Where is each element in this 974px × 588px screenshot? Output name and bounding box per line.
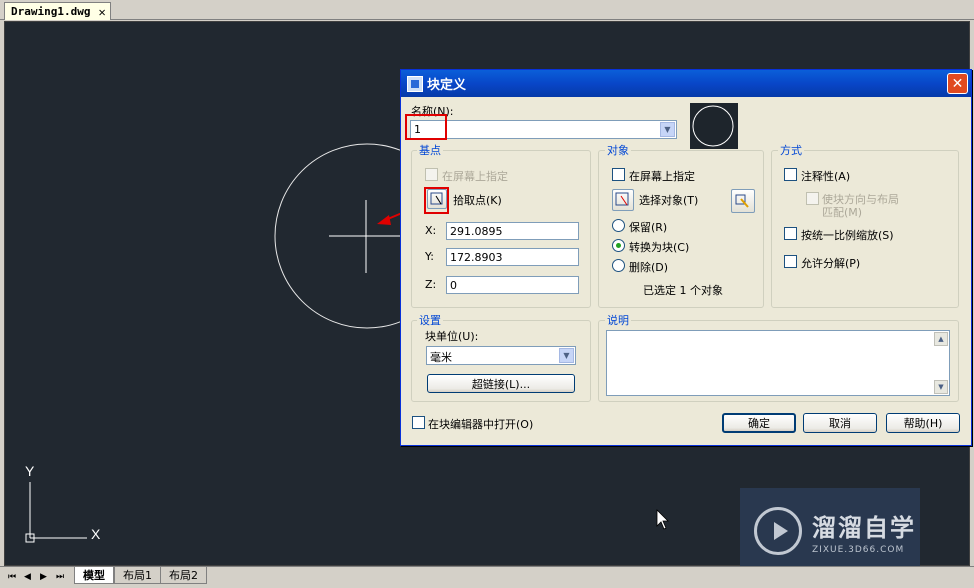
- prev-tab-icon[interactable]: ◀: [24, 572, 31, 582]
- base-point-title: 基点: [417, 142, 443, 158]
- chevron-down-icon[interactable]: ▼: [559, 348, 574, 363]
- pick-point-label: 拾取点(K): [453, 194, 502, 207]
- watermark-play-icon: [754, 507, 802, 555]
- base-on-screen-label: 在屏幕上指定: [442, 170, 508, 183]
- delete-radio[interactable]: [612, 259, 625, 272]
- match-orientation-checkbox[interactable]: [806, 192, 819, 205]
- allow-explode-checkbox[interactable]: [784, 255, 797, 268]
- annotative-checkbox[interactable]: [784, 168, 797, 181]
- select-objects-label: 选择对象(T): [639, 194, 699, 207]
- annotative-label: 注释性(A): [801, 170, 851, 183]
- name-combobox[interactable]: 1 ▼: [410, 120, 677, 139]
- chevron-down-icon[interactable]: ▼: [660, 122, 675, 137]
- ok-button[interactable]: 确定: [722, 413, 796, 433]
- open-in-editor-label: 在块编辑器中打开(O): [428, 418, 534, 431]
- scale-uniformly-label: 按统一比例缩放(S): [801, 229, 894, 242]
- selected-count: 已选定 1 个对象: [643, 284, 723, 297]
- close-document-icon[interactable]: ✕: [98, 5, 105, 19]
- help-button[interactable]: 帮助(H): [886, 413, 960, 433]
- objects-title: 对象: [605, 142, 631, 158]
- ucs-x-label: X: [91, 526, 101, 542]
- convert-label: 转换为块(C): [629, 241, 690, 254]
- block-preview: [690, 103, 738, 149]
- x-label: X:: [425, 224, 437, 237]
- objects-on-screen-checkbox[interactable]: [612, 168, 625, 181]
- select-objects-icon: [615, 192, 629, 206]
- description-title: 说明: [605, 312, 631, 328]
- preview-circle: [692, 105, 734, 147]
- settings-title: 设置: [417, 312, 443, 328]
- description-textarea[interactable]: [606, 330, 950, 396]
- cancel-button[interactable]: 取消: [803, 413, 877, 433]
- block-definition-dialog: 块定义 ✕ 名称(N): 1 ▼ 基点 在屏幕上指定 拾取点(K) X: 291…: [400, 69, 972, 446]
- hyperlink-button[interactable]: 超链接(L)...: [427, 374, 575, 393]
- first-tab-icon[interactable]: ⏮: [8, 572, 16, 582]
- y-label: Y:: [425, 250, 434, 263]
- tab-model[interactable]: 模型: [74, 567, 114, 584]
- open-in-editor-checkbox[interactable]: [412, 416, 425, 429]
- dialog-title: 块定义: [427, 78, 467, 93]
- match-orientation-label-2: 匹配(M): [822, 206, 863, 219]
- tab-layout2[interactable]: 布局2: [160, 567, 207, 584]
- layout-tab-bar: ⏮ ◀ ▶ ⏭ 模型 布局1 布局2: [0, 566, 974, 588]
- block-unit-select[interactable]: 毫米 ▼: [426, 346, 576, 365]
- document-tab-bar: Drawing1.dwg ✕: [0, 0, 974, 20]
- quick-select-button[interactable]: [731, 189, 755, 213]
- scroll-up-icon[interactable]: ▲: [934, 332, 948, 346]
- retain-radio[interactable]: [612, 219, 625, 232]
- mouse-pointer-icon: [656, 509, 669, 530]
- watermark: 溜溜自学 ZIXUE.3D66.COM: [740, 488, 920, 574]
- next-tab-icon[interactable]: ▶: [40, 572, 47, 582]
- ucs-y-label: Y: [25, 463, 35, 479]
- select-objects-button[interactable]: [612, 189, 634, 211]
- highlight-box-name: [405, 114, 447, 140]
- base-on-screen-checkbox[interactable]: [425, 168, 438, 181]
- y-input[interactable]: 172.8903: [446, 248, 579, 266]
- x-input[interactable]: 291.0895: [446, 222, 579, 240]
- close-button[interactable]: ✕: [947, 73, 968, 94]
- z-input[interactable]: 0: [446, 276, 579, 294]
- block-unit-value: 毫米: [430, 351, 452, 364]
- dialog-titlebar[interactable]: 块定义 ✕: [401, 70, 971, 97]
- delete-label: 删除(D): [629, 261, 669, 274]
- retain-label: 保留(R): [629, 221, 668, 234]
- objects-on-screen-label: 在屏幕上指定: [629, 170, 695, 183]
- behavior-title: 方式: [778, 142, 804, 158]
- z-label: Z:: [425, 278, 437, 291]
- quick-select-icon: [735, 194, 749, 208]
- dialog-app-icon: [407, 75, 423, 92]
- block-unit-label: 块单位(U):: [425, 330, 479, 343]
- scroll-down-icon[interactable]: ▼: [934, 380, 948, 394]
- document-tab-title: Drawing1.dwg: [11, 5, 91, 18]
- preview-svg: [692, 105, 734, 147]
- document-tab[interactable]: Drawing1.dwg ✕: [4, 2, 111, 20]
- watermark-brand: 溜溜自学: [812, 513, 916, 542]
- highlight-box-pick: [424, 187, 449, 214]
- last-tab-icon[interactable]: ⏭: [56, 572, 64, 582]
- convert-radio[interactable]: [612, 239, 625, 252]
- tab-layout1[interactable]: 布局1: [114, 567, 161, 584]
- watermark-url: ZIXUE.3D66.COM: [812, 544, 905, 555]
- annotation-arrow-head: [377, 215, 391, 225]
- scale-uniformly-checkbox[interactable]: [784, 227, 797, 240]
- allow-explode-label: 允许分解(P): [801, 257, 861, 270]
